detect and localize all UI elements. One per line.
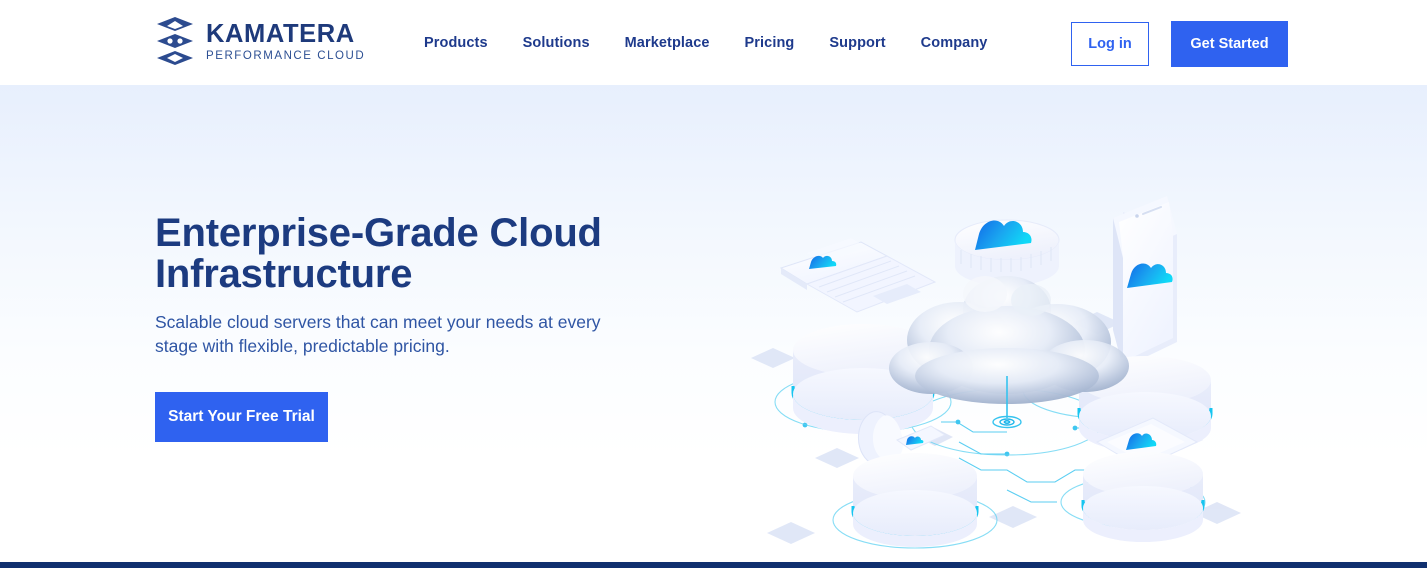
- main-navigation: Products Solutions Marketplace Pricing S…: [424, 0, 987, 85]
- login-button[interactable]: Log in: [1071, 22, 1149, 66]
- section-divider: [0, 562, 1427, 568]
- nav-item-support[interactable]: Support: [829, 35, 885, 51]
- hero-copy: Enterprise-Grade Cloud Infrastructure Sc…: [155, 213, 675, 442]
- site-header: KAMATERA PERFORMANCE CLOUD Products Solu…: [0, 0, 1427, 85]
- kamatera-stacked-layers-logo-icon: [155, 13, 195, 69]
- nav-item-solutions[interactable]: Solutions: [523, 35, 590, 51]
- start-free-trial-button[interactable]: Start Your Free Trial: [155, 392, 328, 442]
- nav-item-company[interactable]: Company: [921, 35, 988, 51]
- brand-logo-link[interactable]: KAMATERA PERFORMANCE CLOUD: [155, 13, 365, 69]
- brand-tagline: PERFORMANCE CLOUD: [206, 49, 366, 62]
- isometric-cloud-infrastructure-illustration: [745, 190, 1265, 562]
- hero-subtitle: Scalable cloud servers that can meet you…: [155, 312, 601, 356]
- brand-name: KAMATERA: [206, 19, 355, 48]
- hero-section: Enterprise-Grade Cloud Infrastructure Sc…: [0, 85, 1427, 562]
- brand-wordmark: KAMATERA PERFORMANCE CLOUD: [206, 19, 365, 64]
- header-actions: Log in Get Started: [1071, 21, 1288, 67]
- nav-item-products[interactable]: Products: [424, 35, 488, 51]
- get-started-button[interactable]: Get Started: [1171, 21, 1288, 67]
- hero-title: Enterprise-Grade Cloud Infrastructure: [155, 211, 602, 296]
- nav-item-pricing[interactable]: Pricing: [745, 35, 795, 51]
- nav-item-marketplace[interactable]: Marketplace: [625, 35, 710, 51]
